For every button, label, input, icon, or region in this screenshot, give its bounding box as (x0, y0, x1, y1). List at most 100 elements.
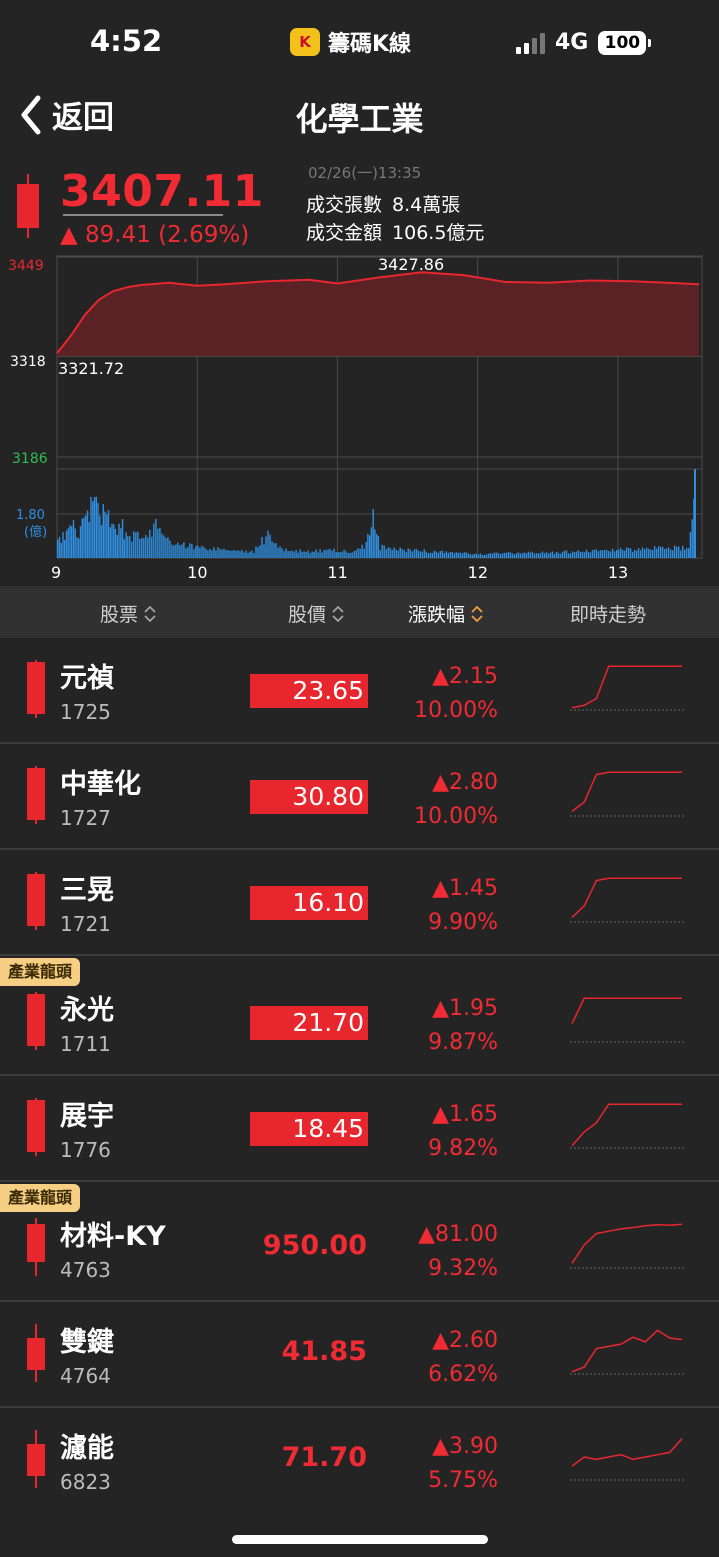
volume-bar (643, 549, 646, 558)
sort-by-change[interactable]: 漲跌幅 (408, 600, 483, 627)
x-tick: 11 (327, 563, 347, 582)
intraday-chart[interactable]: 3449 3318 3186 3427.86 3321.72 1.80 (億) … (0, 254, 719, 584)
volume-bar (585, 549, 588, 558)
volume-bar (357, 548, 359, 558)
stock-row[interactable]: 元禎 1725 23.65 ▲2.15 10.00% (0, 640, 719, 744)
trend-sparkline (570, 1103, 684, 1149)
volume-bar (495, 552, 498, 558)
sort-by-stock[interactable]: 股票 (100, 600, 156, 627)
volume-bar (111, 523, 113, 558)
volume-bar (691, 519, 693, 558)
volume-bar (106, 514, 108, 558)
volume-bar (114, 528, 117, 558)
volume-bar (693, 469, 696, 558)
volume-bar (225, 550, 227, 558)
volume-bar (60, 542, 62, 558)
volume-bar (487, 553, 490, 558)
candle-icon (27, 872, 45, 930)
volume-bar (227, 550, 229, 558)
stock-price: 16.10 (250, 886, 368, 920)
volume-bar (379, 550, 381, 558)
volume-bar (653, 546, 656, 558)
stock-row[interactable]: 中華化 1727 30.80 ▲2.80 10.00% (0, 746, 719, 850)
volume-bar (181, 544, 183, 558)
volume-bar (575, 551, 578, 558)
volume-bar (579, 552, 582, 558)
stock-row[interactable]: 產業龍頭 材料-KY 4763 950.00 ▲81.00 9.32% (0, 1184, 719, 1302)
stock-name: 永光 (60, 995, 114, 1026)
volume-bar (615, 550, 618, 558)
volume-bar (185, 548, 187, 558)
trend-sparkline (570, 877, 684, 923)
stock-row[interactable]: 雙鍵 4764 41.85 ▲2.60 6.62% (0, 1304, 719, 1408)
volume-bar (179, 545, 181, 558)
stock-change: ▲3.90 (432, 1434, 498, 1459)
stock-change: ▲2.60 (432, 1328, 498, 1353)
volume-bar (467, 553, 469, 558)
stock-change: ▲2.15 (432, 664, 498, 689)
volume-bar (267, 530, 269, 558)
volume-bar (483, 554, 486, 558)
volume-bar (323, 550, 325, 558)
volume-bar (363, 548, 365, 558)
volume-bar (370, 527, 373, 558)
candle-icon (27, 1218, 45, 1276)
volume-bar (374, 529, 376, 558)
volume-bar (171, 544, 173, 558)
sort-active-icon (471, 605, 483, 622)
stock-price: 30.80 (250, 780, 368, 814)
volume-bar (81, 518, 83, 558)
stock-row[interactable]: 三晃 1721 16.10 ▲1.45 9.90% (0, 852, 719, 956)
volume-bar (265, 536, 267, 558)
back-button[interactable]: 返回 (20, 92, 114, 137)
stock-change: ▲1.65 (432, 1102, 498, 1127)
volume-bar (475, 553, 477, 558)
volume-bar (161, 533, 163, 558)
app-logo-icon: K (290, 28, 320, 56)
volume-bar (647, 548, 650, 558)
col-stock-label: 股票 (100, 604, 139, 626)
volume-bar (419, 551, 421, 558)
volume-bar (193, 549, 195, 558)
status-indicators: 4G 100 (516, 30, 652, 55)
volume-bar (469, 554, 471, 558)
volume-bar (335, 552, 337, 558)
volume-bar (129, 536, 131, 558)
volume-bar (289, 551, 291, 558)
stock-percent: 10.00% (414, 804, 498, 829)
stock-row[interactable]: 展宇 1776 18.45 ▲1.65 9.82% (0, 1078, 719, 1182)
y-tick-mid: 3318 (10, 354, 46, 370)
stock-code: 1776 (60, 1138, 111, 1162)
volume-bar (411, 551, 413, 558)
volume-bar (99, 515, 101, 558)
volume-bar (104, 511, 106, 558)
volume-bar (509, 552, 512, 558)
chevron-left-icon (21, 95, 41, 134)
stock-percent: 5.75% (428, 1468, 498, 1493)
volume-bar (213, 547, 215, 558)
volume-bar (147, 537, 149, 558)
stock-code: 1727 (60, 806, 111, 830)
home-indicator[interactable] (232, 1535, 488, 1544)
stock-percent: 6.62% (428, 1362, 498, 1387)
volume-bar (525, 553, 528, 558)
sort-by-price[interactable]: 股價 (288, 600, 344, 627)
stock-percent: 9.90% (428, 910, 498, 935)
volume-bar (345, 551, 347, 558)
volume-bar (235, 551, 237, 558)
volume-bar (141, 537, 143, 558)
volume-bar (219, 548, 221, 558)
stock-row[interactable]: 產業龍頭 永光 1711 21.70 ▲1.95 9.87% (0, 958, 719, 1076)
volume-bar (143, 538, 145, 558)
volume-bar (207, 550, 209, 558)
volume-bar (341, 551, 343, 558)
stock-name: 三晃 (60, 875, 114, 906)
volume-bar (343, 549, 345, 558)
volume-bar (201, 545, 203, 558)
volume-bar (71, 526, 73, 558)
volume-bar (305, 552, 307, 558)
volume-bar (231, 550, 233, 558)
volume-bar (205, 548, 207, 558)
volume-bar (541, 551, 544, 558)
volume-bar (405, 552, 407, 558)
